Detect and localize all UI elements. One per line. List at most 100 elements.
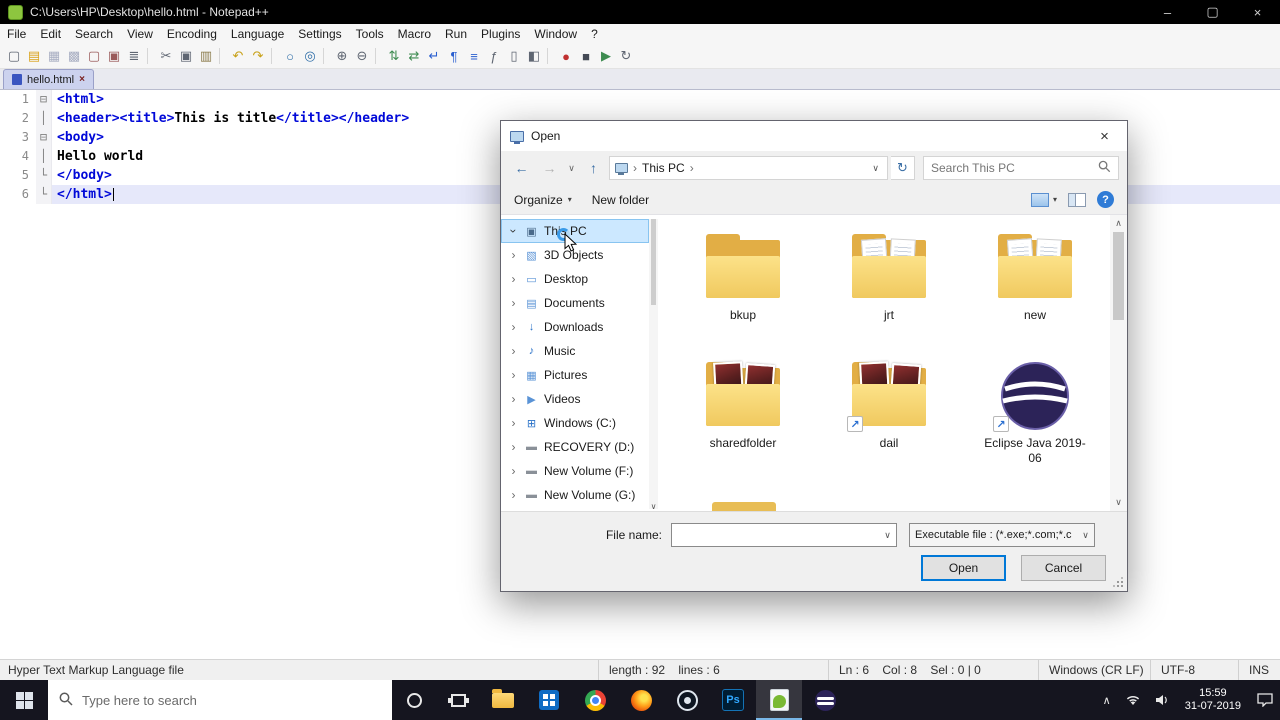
menu-help[interactable]: ? — [584, 24, 605, 44]
scroll-up-icon[interactable]: ∧ — [1110, 215, 1127, 232]
show-all-chars-icon[interactable]: ¶ — [444, 46, 464, 66]
insert-mode-status[interactable]: INS — [1238, 660, 1280, 680]
tree-item-recovery-d[interactable]: › ▬ RECOVERY (D:) — [501, 435, 649, 459]
taskbar-chrome-icon[interactable] — [572, 680, 618, 720]
tree-scrollbar[interactable]: ∨ — [649, 219, 658, 511]
paste-icon[interactable]: ▥ — [196, 46, 216, 66]
find-icon[interactable]: ○ — [280, 46, 300, 66]
menu-language[interactable]: Language — [224, 24, 291, 44]
tab-close-icon[interactable]: × — [79, 74, 85, 85]
doc-switcher-icon[interactable]: ◧ — [524, 46, 544, 66]
tree-item-windows-c[interactable]: › ⊞ Windows (C:) — [501, 411, 649, 435]
back-button[interactable]: ← — [509, 156, 534, 180]
dialog-close-button[interactable]: × — [1082, 121, 1127, 151]
fold-marker-icon[interactable]: └ — [36, 166, 52, 185]
close-button[interactable]: × — [1235, 0, 1280, 24]
sync-horizontal-icon[interactable]: ⇄ — [404, 46, 424, 66]
eol-format-status[interactable]: Windows (CR LF) — [1038, 660, 1150, 680]
file-new[interactable]: new — [965, 231, 1105, 359]
tree-item-new-volume-g[interactable]: › ▬ New Volume (G:) — [501, 483, 649, 507]
file-type-combobox[interactable]: Executable file : (*.exe;*.com;*.c ∨ — [909, 523, 1095, 547]
chevron-right-icon[interactable]: › — [508, 296, 519, 310]
word-wrap-icon[interactable]: ↵ — [424, 46, 444, 66]
function-list-icon[interactable]: ƒ — [484, 46, 504, 66]
file-sharedfolder[interactable]: sharedfolder — [673, 359, 813, 487]
menu-macro[interactable]: Macro — [391, 24, 438, 44]
menu-encoding[interactable]: Encoding — [160, 24, 224, 44]
menu-file[interactable]: File — [0, 24, 33, 44]
taskbar-photoshop-icon[interactable]: Ps — [710, 680, 756, 720]
close-file-icon[interactable]: ▢ — [84, 46, 104, 66]
view-mode-button[interactable]: ▾ — [1030, 192, 1057, 207]
chevron-right-icon[interactable]: › — [508, 392, 519, 406]
file-eclipse-java-2019-06[interactable]: ↗ Eclipse Java 2019-06 — [965, 359, 1105, 487]
save-all-icon[interactable]: ▩ — [64, 46, 84, 66]
doc-map-icon[interactable]: ▯ — [504, 46, 524, 66]
tab-hello-html[interactable]: hello.html × — [3, 69, 94, 89]
tray-expand-chevron-icon[interactable]: ∧ — [1096, 694, 1118, 707]
file-name-input[interactable] — [672, 528, 879, 542]
open-button[interactable]: Open — [921, 555, 1006, 581]
save-icon[interactable]: ▦ — [44, 46, 64, 66]
tree-item-downloads[interactable]: › ↓ Downloads — [501, 315, 649, 339]
file-bkup[interactable]: bkup — [673, 231, 813, 359]
menu-edit[interactable]: Edit — [33, 24, 68, 44]
address-dropdown-icon[interactable]: ∨ — [869, 163, 882, 174]
breadcrumb[interactable]: This PC — [642, 161, 685, 175]
menu-view[interactable]: View — [120, 24, 160, 44]
organize-button[interactable]: Organize ▾ — [514, 193, 572, 207]
editor-line-1[interactable]: 1 ⊟ <html> — [0, 90, 1280, 109]
menu-run[interactable]: Run — [438, 24, 474, 44]
chevron-down-icon[interactable]: › — [507, 226, 521, 237]
cancel-button[interactable]: Cancel — [1021, 555, 1106, 581]
minimize-button[interactable]: – — [1145, 0, 1190, 24]
file-jrt[interactable]: jrt — [819, 231, 959, 359]
redo-icon[interactable]: ↷ — [248, 46, 268, 66]
tree-scroll-down-icon[interactable]: ∨ — [649, 502, 658, 511]
fold-marker-icon[interactable]: └ — [36, 185, 52, 204]
menu-search[interactable]: Search — [68, 24, 120, 44]
wifi-icon[interactable] — [1118, 694, 1148, 706]
taskbar-clock[interactable]: 15:59 31-07-2019 — [1176, 687, 1250, 713]
taskbar-eclipse-icon[interactable] — [802, 680, 848, 720]
folder-icon-partial[interactable] — [712, 502, 776, 511]
preview-pane-icon[interactable] — [1068, 192, 1086, 207]
chevron-right-icon[interactable]: › — [508, 440, 519, 454]
undo-icon[interactable]: ↶ — [228, 46, 248, 66]
volume-icon[interactable] — [1148, 694, 1176, 706]
combo-dropdown-icon[interactable]: ∨ — [1077, 530, 1094, 541]
chevron-right-icon[interactable]: › — [508, 488, 519, 502]
menu-plugins[interactable]: Plugins — [474, 24, 527, 44]
new-folder-button[interactable]: New folder — [592, 193, 649, 207]
fold-marker-icon[interactable]: ⊟ — [36, 128, 52, 147]
close-all-icon[interactable]: ▣ — [104, 46, 124, 66]
tree-scrollbar-thumb[interactable] — [651, 219, 656, 305]
tree-item-documents[interactable]: › ▤ Documents — [501, 291, 649, 315]
taskbar-search[interactable] — [48, 680, 392, 720]
tree-item-desktop[interactable]: › ▭ Desktop — [501, 267, 649, 291]
taskbar-file-explorer-icon[interactable] — [480, 680, 526, 720]
stop-macro-icon[interactable]: ■ — [576, 46, 596, 66]
files-scrollbar[interactable]: ∧ ∨ — [1110, 215, 1127, 511]
record-macro-icon[interactable]: ● — [556, 46, 576, 66]
help-button[interactable]: ? — [1097, 191, 1114, 208]
chevron-right-icon[interactable]: › — [508, 464, 519, 478]
file-dail[interactable]: ↗ dail — [819, 359, 959, 487]
cut-icon[interactable]: ✂ — [156, 46, 176, 66]
action-center-icon[interactable] — [1250, 693, 1280, 707]
file-name-combobox[interactable]: ∨ — [671, 523, 897, 547]
taskbar-notepadpp-icon[interactable] — [756, 680, 802, 720]
dialog-search[interactable] — [923, 156, 1119, 180]
resize-grip[interactable] — [1113, 577, 1123, 587]
menu-tools[interactable]: Tools — [349, 24, 391, 44]
menu-settings[interactable]: Settings — [291, 24, 348, 44]
taskbar-media-player-icon[interactable] — [664, 680, 710, 720]
run-macro-multiple-icon[interactable]: ↻ — [616, 46, 636, 66]
zoom-in-icon[interactable]: ⊕ — [332, 46, 352, 66]
up-button[interactable]: ↑ — [581, 156, 606, 180]
menu-window[interactable]: Window — [527, 24, 584, 44]
refresh-button[interactable]: ↻ — [891, 156, 915, 180]
chevron-right-icon[interactable]: › — [508, 248, 519, 262]
combo-dropdown-icon[interactable]: ∨ — [879, 530, 896, 541]
tree-item-new-volume-f[interactable]: › ▬ New Volume (F:) — [501, 459, 649, 483]
